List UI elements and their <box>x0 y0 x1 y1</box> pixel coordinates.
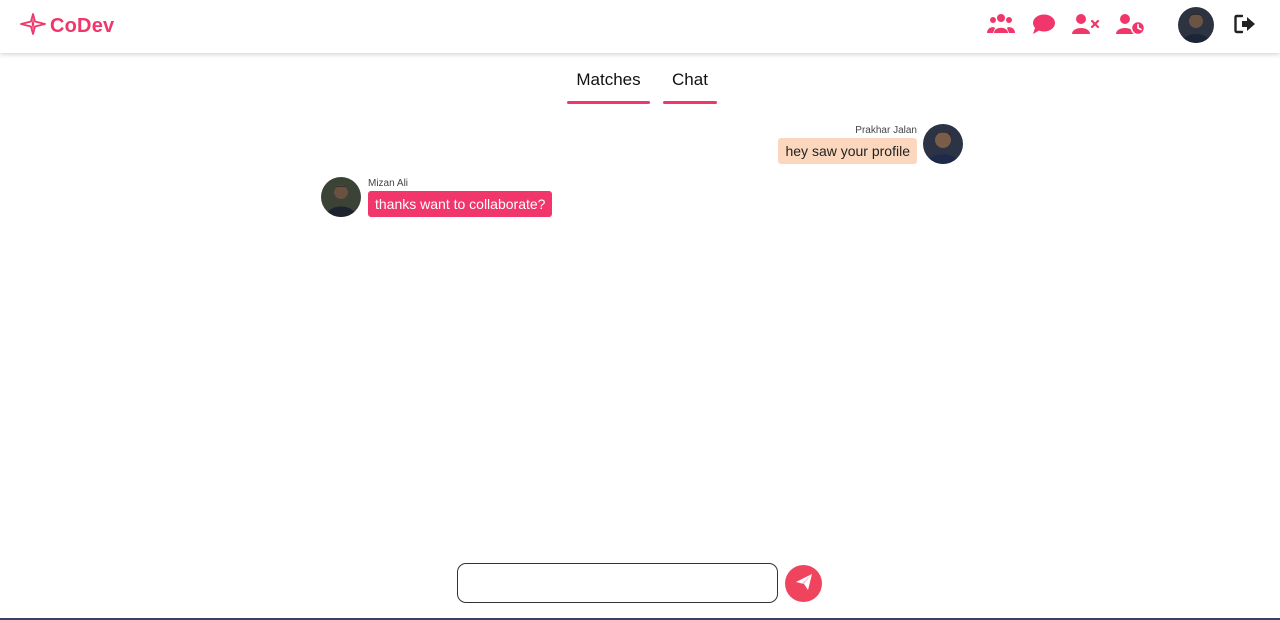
sender-name: Mizan Ali <box>368 178 409 189</box>
chat-message-received: Mizan Ali thanks want to collaborate? <box>321 177 553 217</box>
tab-underline <box>663 101 717 104</box>
top-navbar: CoDev <box>0 0 1280 53</box>
chat-bubble-icon <box>1032 13 1056 40</box>
matches-nav-button[interactable] <box>986 12 1016 40</box>
message-content: Mizan Ali thanks want to collaborate? <box>368 177 553 217</box>
sender-avatar <box>321 177 361 217</box>
tab-matches[interactable]: Matches <box>567 68 650 104</box>
paper-plane-icon <box>795 573 813 594</box>
rejected-nav-button[interactable] <box>1071 12 1101 40</box>
compass-sparkle-icon <box>20 12 46 40</box>
user-remove-icon <box>1072 13 1100 40</box>
sender-name: Prakhar Jalan <box>855 125 917 136</box>
brand-logo[interactable]: CoDev <box>20 12 115 40</box>
chat-nav-button[interactable] <box>1029 12 1059 40</box>
user-clock-icon <box>1116 13 1146 40</box>
send-button[interactable] <box>785 565 822 602</box>
message-bubble: hey saw your profile <box>778 138 917 164</box>
tab-matches-label: Matches <box>576 70 641 89</box>
pending-nav-button[interactable] <box>1116 12 1146 40</box>
chat-message-sent: Prakhar Jalan hey saw your profile <box>778 124 963 164</box>
message-input[interactable] <box>457 563 778 603</box>
logout-button[interactable] <box>1230 12 1260 40</box>
tab-underline <box>567 101 650 104</box>
avatar[interactable] <box>1178 7 1214 43</box>
users-group-icon <box>987 13 1015 40</box>
sender-avatar <box>923 124 963 164</box>
tab-chat[interactable]: Chat <box>663 68 717 104</box>
message-content: Prakhar Jalan hey saw your profile <box>778 124 917 164</box>
brand-name: CoDev <box>50 14 115 37</box>
tab-chat-label: Chat <box>672 70 708 89</box>
logout-icon <box>1234 14 1256 39</box>
message-bubble: thanks want to collaborate? <box>368 191 553 217</box>
